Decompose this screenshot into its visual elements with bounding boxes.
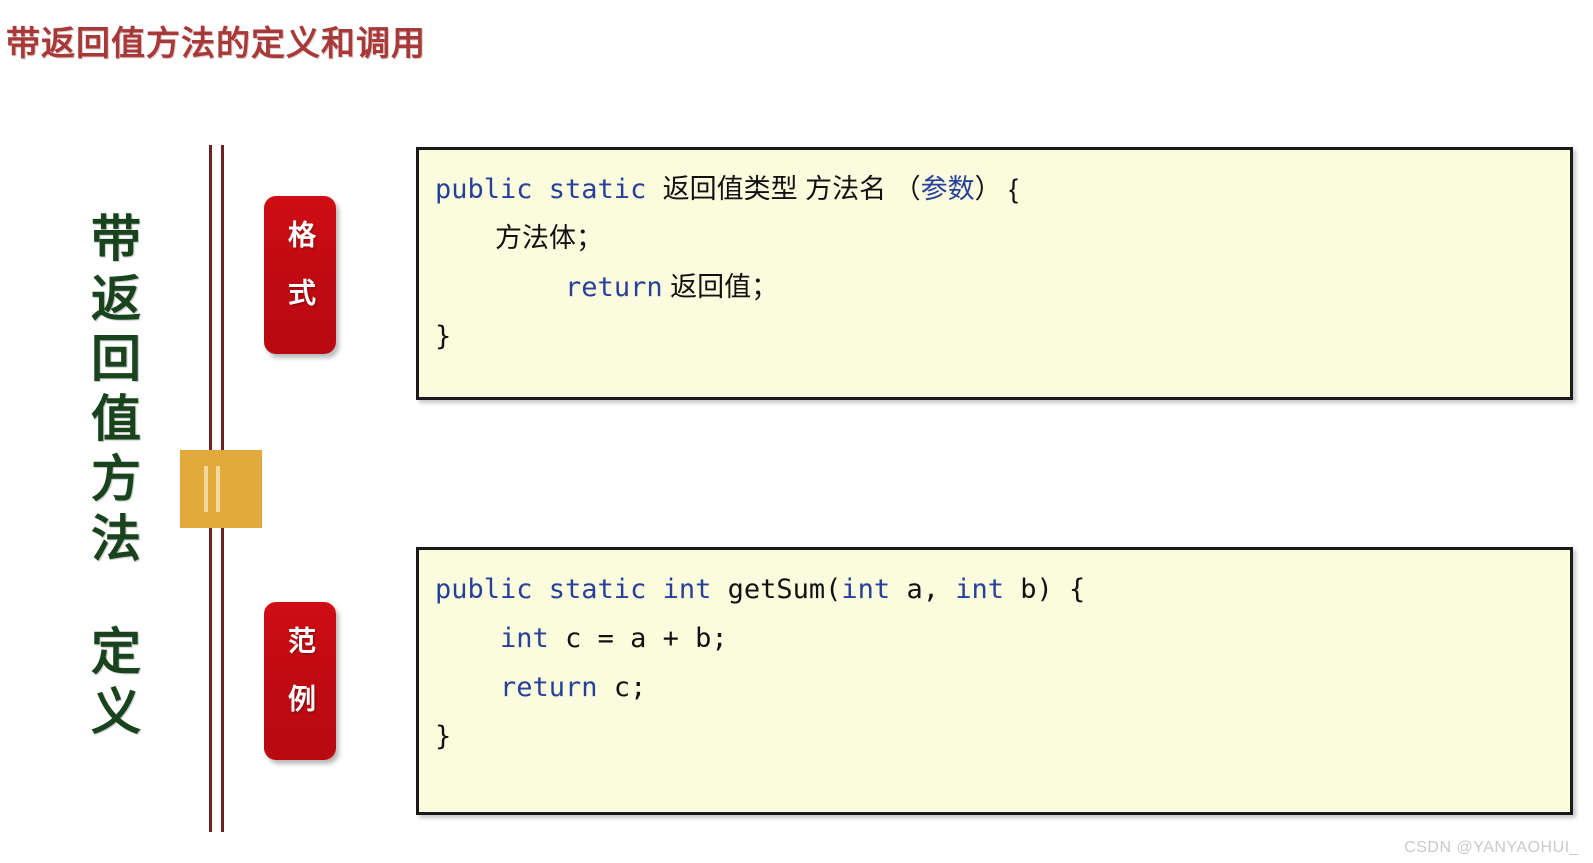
page-title: 带返回值方法的定义和调用: [6, 25, 426, 63]
badge-example-label: 范例: [285, 626, 316, 742]
code-text: c;: [597, 672, 647, 703]
code-keyword: int: [841, 574, 891, 605]
slide-canvas: 带返回值方法的定义和调用 带返回值方法 定义 格式 范例 public stat…: [0, 0, 1593, 863]
code-text: }: [435, 321, 452, 352]
code-text: c = a + b;: [548, 623, 728, 654]
code-text: 方法体；: [435, 223, 604, 253]
code-text: 返回值类型 方法名 （: [662, 174, 921, 204]
code-panel-example: public static int getSum(int a, int b) {…: [416, 547, 1573, 815]
ribbon-stripes-icon: [202, 466, 224, 512]
code-text: a,: [890, 574, 956, 605]
code-line: return 返回值；: [435, 272, 1550, 303]
code-panel-format: public static 返回值类型 方法名 （参数） { 方法体； retu…: [416, 147, 1573, 400]
code-keyword: public static: [435, 174, 663, 205]
code-line: 方法体；: [435, 225, 1550, 252]
code-text: getSum(: [727, 574, 842, 605]
code-keyword: return: [500, 672, 598, 703]
code-line: }: [435, 323, 1550, 350]
bookmark-ribbon-icon: [180, 450, 262, 528]
code-keyword: return: [565, 272, 663, 303]
code-text: }: [435, 721, 452, 752]
code-line: int c = a + b;: [435, 625, 1550, 652]
code-line: }: [435, 723, 1550, 750]
code-line: public static int getSum(int a, int b) {: [435, 576, 1550, 603]
code-line: public static 返回值类型 方法名 （参数） {: [435, 174, 1550, 205]
code-line: return c;: [435, 674, 1550, 701]
vertical-heading-sub: 定义: [84, 625, 140, 745]
code-keyword: 参数: [920, 174, 975, 204]
code-keyword: int: [955, 574, 1004, 605]
watermark: CSDN @YANYAOHUI_: [1404, 839, 1579, 856]
badge-format-label: 格式: [285, 220, 316, 336]
code-text: 返回值；: [662, 272, 779, 302]
code-keyword: int: [500, 623, 549, 654]
vertical-heading-main: 带返回值方法: [84, 212, 140, 572]
badge-format: 格式: [264, 196, 336, 354]
code-keyword: public static int: [435, 574, 728, 605]
code-text: ） {: [974, 174, 1019, 204]
badge-example: 范例: [264, 602, 336, 760]
code-text: b) {: [1004, 574, 1086, 605]
